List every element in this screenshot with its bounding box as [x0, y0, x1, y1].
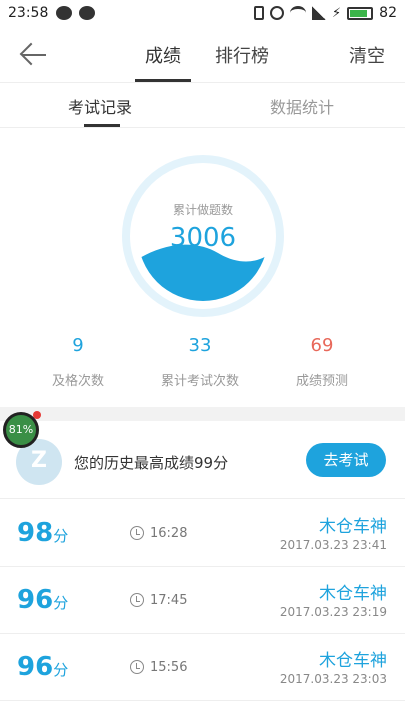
chat-bubble-icon	[56, 6, 72, 20]
charging-icon: ⚡	[332, 5, 342, 21]
stat-label: 累计考试次数	[160, 374, 239, 389]
record-date: 2017.03.23 23:41	[279, 538, 387, 552]
subtab-active-indicator	[84, 124, 120, 127]
record-username: 木仓车神	[319, 651, 387, 671]
total-questions-gauge: 累计做题数 3006	[122, 155, 284, 317]
subtab-data-stats[interactable]: 数据统计	[270, 94, 334, 118]
record-score: 96分	[17, 652, 68, 682]
tab-active-indicator	[135, 79, 191, 82]
stat-pass-count: 9 及格次数	[18, 335, 138, 389]
notification-dot	[33, 411, 41, 419]
record-date: 2017.03.23 23:19	[279, 605, 387, 619]
score-number: 96	[17, 652, 54, 682]
record-username: 木仓车神	[319, 584, 387, 604]
gauge-value: 3006	[169, 223, 237, 253]
stat-label: 成绩预测	[295, 374, 348, 389]
record-score: 96分	[17, 585, 68, 615]
battery-percent: 82	[379, 5, 397, 21]
sub-tabs: 考试记录 数据统计	[0, 83, 405, 128]
clock-icon	[130, 526, 144, 540]
status-bar: 23:58 ⚡ 82	[0, 0, 405, 28]
record-score: 98分	[17, 518, 68, 548]
take-exam-button[interactable]: 去考试	[306, 443, 386, 477]
clear-button[interactable]: 清空	[349, 42, 385, 68]
stat-value: 33	[188, 335, 212, 356]
section-divider	[0, 407, 405, 421]
best-score-row: Z 您的历史最高成绩99分 去考试	[0, 421, 405, 499]
record-duration: 15:56	[150, 660, 188, 675]
clock-icon	[130, 593, 144, 607]
tab-ranking[interactable]: 排行榜	[215, 42, 269, 68]
score-unit: 分	[53, 661, 69, 679]
clock-icon	[130, 660, 144, 674]
stat-exam-count: 33 累计考试次数	[140, 335, 260, 389]
tab-score[interactable]: 成绩	[145, 42, 181, 68]
arrow-left-icon[interactable]	[20, 42, 48, 68]
top-nav: 成绩 排行榜 清空	[0, 28, 405, 83]
record-duration: 16:28	[150, 526, 188, 541]
vibrate-icon	[254, 6, 265, 20]
record-date: 2017.03.23 23:03	[279, 672, 387, 686]
score-number: 98	[17, 518, 54, 548]
wifi-icon	[290, 6, 307, 20]
stat-score-prediction: 69 成绩预测	[262, 335, 382, 389]
status-icons: ⚡ 82	[254, 5, 397, 21]
record-duration: 17:45	[150, 593, 188, 608]
wechat-icon	[79, 6, 95, 20]
best-score-text: 您的历史最高成绩99分	[74, 454, 229, 472]
exam-record-row[interactable]: 98分 16:28 木仓车神 2017.03.23 23:41	[0, 500, 405, 567]
signal-4g-icon	[312, 6, 327, 20]
stat-value: 9	[72, 335, 84, 356]
score-unit: 分	[53, 594, 69, 612]
record-username: 木仓车神	[319, 517, 387, 537]
status-time: 23:58	[8, 5, 49, 21]
stat-value: 69	[310, 335, 334, 356]
score-number: 96	[17, 585, 54, 615]
exam-record-row[interactable]: 96分 17:45 木仓车神 2017.03.23 23:19	[0, 567, 405, 634]
gauge-label: 累计做题数	[172, 203, 233, 217]
alarm-icon	[270, 6, 285, 20]
stat-label: 及格次数	[51, 374, 104, 389]
battery-icon	[347, 6, 374, 20]
subtab-exam-records[interactable]: 考试记录	[68, 94, 132, 118]
exam-record-row[interactable]: 96分 15:56 木仓车神 2017.03.23 23:03	[0, 634, 405, 701]
score-unit: 分	[53, 527, 69, 545]
